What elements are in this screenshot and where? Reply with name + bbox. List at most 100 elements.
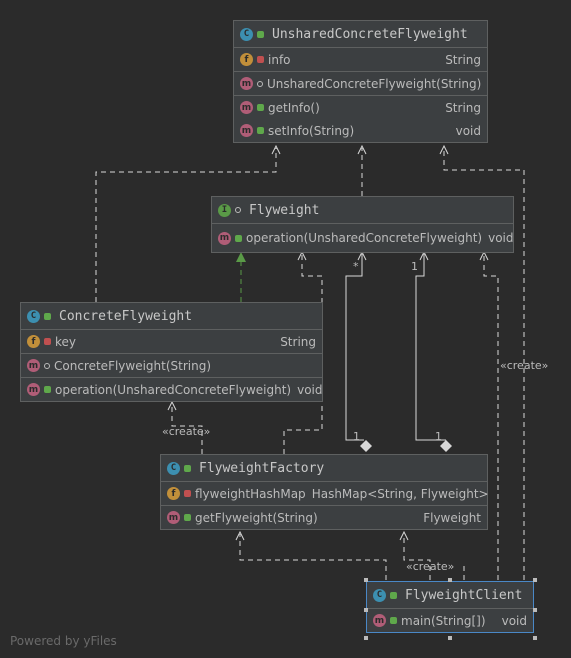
field-row: f info String <box>234 48 487 71</box>
method-name: operation(UnsharedConcreteFlyweight) <box>246 231 483 245</box>
methods-section: m getInfo() String m setInfo(String) voi… <box>234 96 487 142</box>
method-type: void <box>501 613 527 628</box>
class-concrete-flyweight[interactable]: C ConcreteFlyweight f key String m Concr… <box>20 302 323 402</box>
private-icon <box>44 338 51 345</box>
class-icon: C <box>27 309 40 323</box>
public-icon <box>44 312 51 320</box>
powered-by-label: Powered by yFiles <box>10 634 117 648</box>
class-flyweight-client[interactable]: C FlyweightClient m main(String[]) void <box>366 581 534 633</box>
field-name: key <box>55 334 77 349</box>
method-name: setInfo(String) <box>268 123 355 138</box>
method-icon: m <box>218 231 231 245</box>
method-row: m getInfo() String <box>234 96 487 119</box>
fields-section: f flyweightHashMap HashMap<String, Flywe… <box>161 482 489 506</box>
edge-label-create: «create» <box>406 560 455 573</box>
method-type: String <box>445 100 481 115</box>
multiplicity-label: 1 <box>435 430 442 443</box>
class-flyweight-factory[interactable]: C FlyweightFactory f flyweightHashMap Ha… <box>160 454 489 530</box>
method-row: m main(String[]) void <box>367 609 533 632</box>
package-icon <box>44 362 50 369</box>
method-icon: m <box>240 77 253 90</box>
field-name: info <box>268 52 291 67</box>
constructor-row: m UnsharedConcreteFlyweight(String) <box>234 72 487 95</box>
class-icon: C <box>240 27 253 41</box>
method-name: main(String[]) <box>401 613 486 628</box>
public-icon <box>235 234 242 242</box>
selection-handle[interactable] <box>448 636 452 640</box>
class-header: C FlyweightClient <box>367 582 533 609</box>
multiplicity-label: 1 <box>411 260 418 273</box>
multiplicity-label: * <box>353 260 359 273</box>
method-icon: m <box>240 124 253 137</box>
package-icon <box>257 80 263 87</box>
class-header: C ConcreteFlyweight <box>21 303 322 330</box>
methods-section: m operation(UnsharedConcreteFlyweight) v… <box>212 224 514 252</box>
selection-handle[interactable] <box>364 578 368 582</box>
public-icon <box>390 617 397 624</box>
method-icon: m <box>27 383 40 396</box>
method-icon: m <box>167 511 180 524</box>
public-icon <box>390 591 397 599</box>
fields-section: f info String <box>234 48 487 72</box>
aggregation-star <box>345 254 364 441</box>
class-icon: C <box>167 461 180 475</box>
method-name: getInfo() <box>268 100 320 115</box>
method-type: void <box>297 382 323 397</box>
edge-label-create: «create» <box>162 425 211 438</box>
class-name: ConcreteFlyweight <box>59 308 193 324</box>
methods-section: m getFlyweight(String) Flyweight <box>161 506 487 529</box>
class-header: I Flyweight <box>212 197 513 224</box>
method-type: void <box>455 123 481 138</box>
method-icon: m <box>373 614 386 627</box>
class-name: UnsharedConcreteFlyweight <box>272 26 468 42</box>
class-name: Flyweight <box>249 202 320 218</box>
constructors-section: m ConcreteFlyweight(String) <box>21 354 322 378</box>
class-name: FlyweightFactory <box>199 460 325 476</box>
interface-flyweight[interactable]: I Flyweight m operation(UnsharedConcrete… <box>211 196 514 253</box>
field-type: String <box>280 334 316 349</box>
method-row: m getFlyweight(String) Flyweight <box>161 506 487 529</box>
selection-handle[interactable] <box>533 578 537 582</box>
method-name: operation(UnsharedConcreteFlyweight) <box>55 382 292 397</box>
methods-section: m operation(UnsharedConcreteFlyweight) v… <box>21 378 323 401</box>
constructors-section: m UnsharedConcreteFlyweight(String) <box>234 72 487 96</box>
create-client-factory <box>403 534 431 580</box>
field-icon: f <box>240 53 253 66</box>
public-icon <box>184 464 191 472</box>
field-icon: f <box>27 335 40 348</box>
constructor-name: UnsharedConcreteFlyweight(String) <box>267 76 482 91</box>
method-row: m operation(UnsharedConcreteFlyweight) v… <box>212 224 514 252</box>
class-unshared-concrete-flyweight[interactable]: C UnsharedConcreteFlyweight f info Strin… <box>233 20 488 143</box>
dep-client-flyweight <box>483 254 499 580</box>
edge-label-create: «create» <box>500 359 549 372</box>
method-type: void <box>488 231 514 245</box>
field-row: f flyweightHashMap HashMap<String, Flywe… <box>161 482 489 505</box>
method-icon: m <box>27 359 40 372</box>
class-header: C UnsharedConcreteFlyweight <box>234 21 487 48</box>
public-icon <box>257 127 264 134</box>
interface-icon: I <box>218 203 231 217</box>
field-row: f key String <box>21 330 322 353</box>
field-name: flyweightHashMap <box>195 486 306 501</box>
fields-section: f key String <box>21 330 322 354</box>
method-row: m setInfo(String) void <box>234 119 487 142</box>
public-icon <box>257 30 264 38</box>
selection-handle[interactable] <box>364 636 368 640</box>
methods-section: m main(String[]) void <box>367 609 533 632</box>
selection-handle[interactable] <box>448 578 452 582</box>
class-icon: C <box>373 588 386 602</box>
constructor-row: m ConcreteFlyweight(String) <box>21 354 322 377</box>
class-name: FlyweightClient <box>405 587 523 603</box>
selection-handle[interactable] <box>364 608 368 612</box>
dep-client-factory <box>239 534 387 580</box>
field-type: HashMap<String, Flyweight> <box>311 486 489 501</box>
public-icon <box>257 104 264 111</box>
method-name: getFlyweight(String) <box>195 510 318 525</box>
public-icon <box>44 386 51 393</box>
aggregation-one <box>415 254 446 441</box>
multiplicity-label: 1 <box>353 430 360 443</box>
method-row: m operation(UnsharedConcreteFlyweight) v… <box>21 378 323 401</box>
selection-handle[interactable] <box>533 636 537 640</box>
selection-handle[interactable] <box>533 608 537 612</box>
private-icon <box>184 490 191 497</box>
